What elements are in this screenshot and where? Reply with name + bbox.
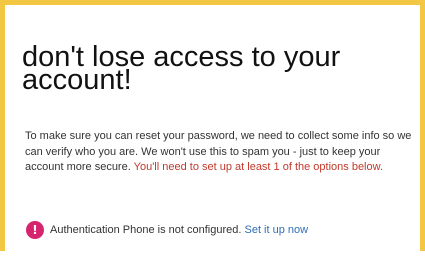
dialog-frame: don't lose access to your account! To ma…	[0, 0, 425, 251]
auth-phone-status: Authentication Phone is not configured. …	[50, 221, 308, 239]
exclamation-alert-icon: !	[26, 221, 44, 239]
auth-phone-status-text: Authentication Phone is not configured.	[50, 224, 242, 236]
page-title: don't lose access to your account!	[22, 41, 341, 96]
intro-paragraph: To make sure you can reset your password…	[25, 129, 417, 176]
set-it-up-now-link[interactable]: Set it up now	[244, 224, 308, 236]
warning-text: You'll need to set up at least 1 of the …	[133, 161, 384, 173]
